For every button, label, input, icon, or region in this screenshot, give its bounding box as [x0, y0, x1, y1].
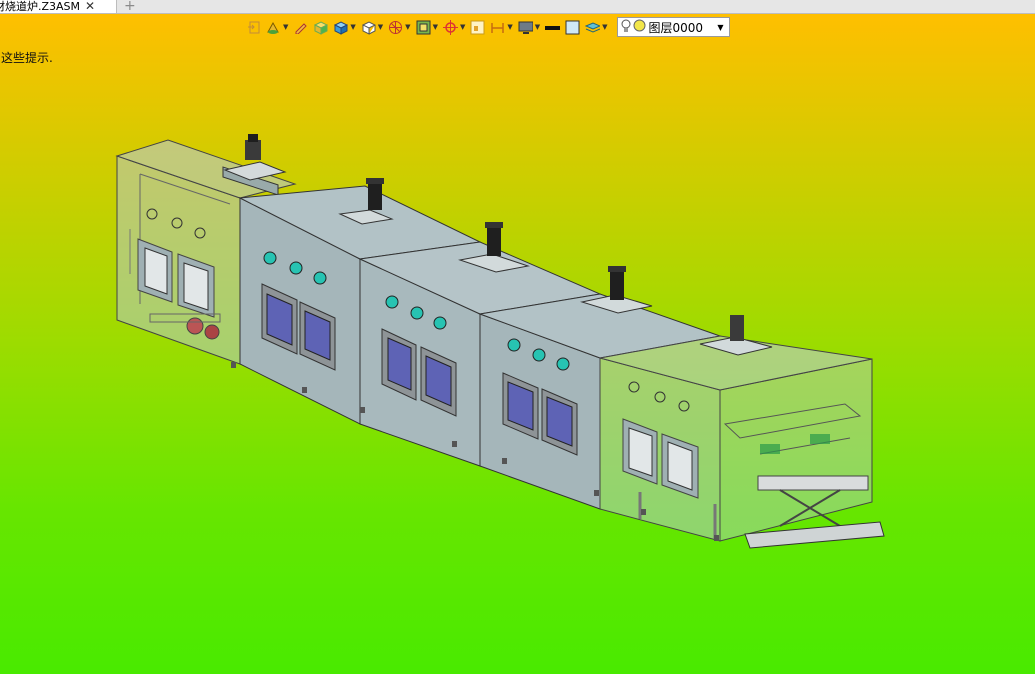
document-tab-bar: 材烧道炉.Z3ASM ✕ +	[0, 0, 1035, 14]
furnace-assembly-model	[115, 134, 885, 549]
lightbulb-icon	[621, 19, 631, 36]
cube-button[interactable]: ▼	[333, 16, 356, 38]
orient-button[interactable]: ▼	[388, 16, 411, 38]
view-toolbar: ▼ ▼ ▼ ▼ ▼ ▼ ▼ ▼ ▼ 图层0000 ▼	[246, 15, 730, 39]
sketch-button[interactable]	[293, 16, 308, 38]
layers-button[interactable]: ▼	[585, 16, 608, 38]
add-tab-icon[interactable]: +	[124, 0, 136, 14]
layer-color-icon	[633, 19, 646, 35]
paint-icon	[266, 20, 281, 35]
pen-icon	[293, 20, 308, 35]
exit-icon	[246, 20, 261, 35]
status-hint: 这些提示.	[1, 51, 53, 65]
fill-color-icon	[565, 20, 580, 35]
document-tab[interactable]: 材烧道炉.Z3ASM ✕	[0, 0, 117, 13]
fill-color-button[interactable]	[565, 16, 580, 38]
box-icon	[313, 20, 329, 35]
paint-button[interactable]: ▼	[266, 16, 288, 38]
line-color-icon	[545, 20, 561, 35]
layers-icon	[585, 20, 601, 35]
box-button[interactable]	[313, 16, 329, 38]
dimension-button[interactable]: ▼	[490, 16, 513, 38]
close-icon[interactable]: ✕	[85, 0, 95, 13]
3d-viewport[interactable]: 这些提示.	[0, 14, 1035, 674]
shade-button[interactable]: ▼	[416, 16, 438, 38]
chevron-down-icon: ▼	[717, 22, 724, 32]
target-icon	[442, 19, 458, 35]
target-button[interactable]: ▼	[442, 16, 465, 38]
display-button[interactable]: ▼	[518, 16, 540, 38]
cube-icon	[333, 20, 349, 35]
dimension-icon	[490, 20, 505, 35]
document-tab-title: 材烧道炉.Z3ASM	[0, 0, 81, 13]
layer-select[interactable]: 图层0000 ▼	[616, 17, 730, 37]
line-color-button[interactable]	[545, 16, 561, 38]
exit-button[interactable]	[246, 16, 261, 38]
layer-select-value: 图层0000	[648, 20, 704, 35]
shade-icon	[416, 20, 431, 35]
frame-icon	[470, 20, 485, 35]
orient-icon	[388, 20, 403, 35]
wireframe-button[interactable]: ▼	[361, 16, 383, 38]
frame-button[interactable]	[470, 16, 485, 38]
wire-cube-icon	[361, 20, 376, 35]
monitor-icon	[518, 20, 533, 35]
